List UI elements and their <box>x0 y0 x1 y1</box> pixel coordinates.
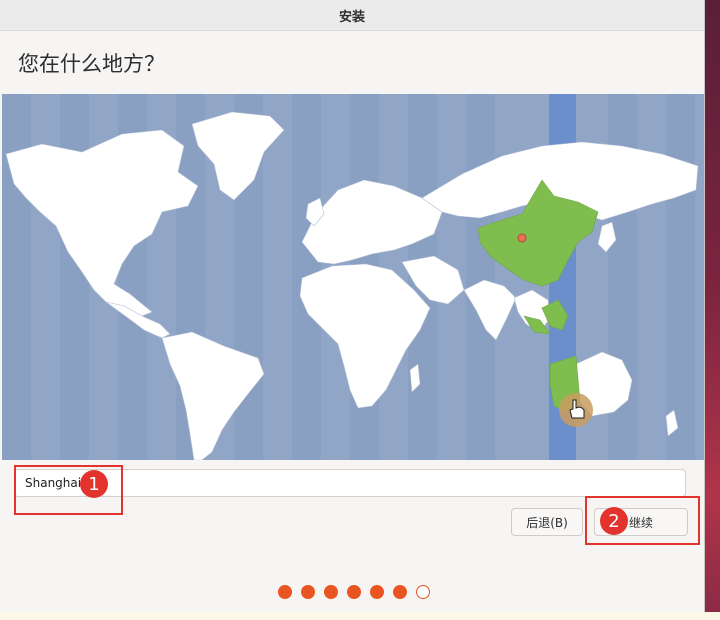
back-button[interactable]: 后退(B) <box>511 508 583 536</box>
annotation-badge-2: 2 <box>600 507 628 535</box>
window-title: 安装 <box>338 9 365 25</box>
progress-dot <box>347 585 361 599</box>
progress-dot-current <box>416 585 430 599</box>
bottom-strip <box>0 612 720 620</box>
world-map-svg[interactable] <box>2 94 704 460</box>
progress-dot <box>278 585 292 599</box>
progress-dot <box>393 585 407 599</box>
annotation-badge-1: 1 <box>80 470 108 498</box>
window-titlebar: 安装 <box>0 0 704 31</box>
progress-dot <box>324 585 338 599</box>
progress-dots <box>278 585 430 599</box>
progress-dot <box>301 585 315 599</box>
page-title: 您在什么地方？ <box>18 52 165 76</box>
selected-city-marker <box>517 233 527 243</box>
progress-dot <box>370 585 384 599</box>
timezone-map[interactable] <box>2 94 704 460</box>
